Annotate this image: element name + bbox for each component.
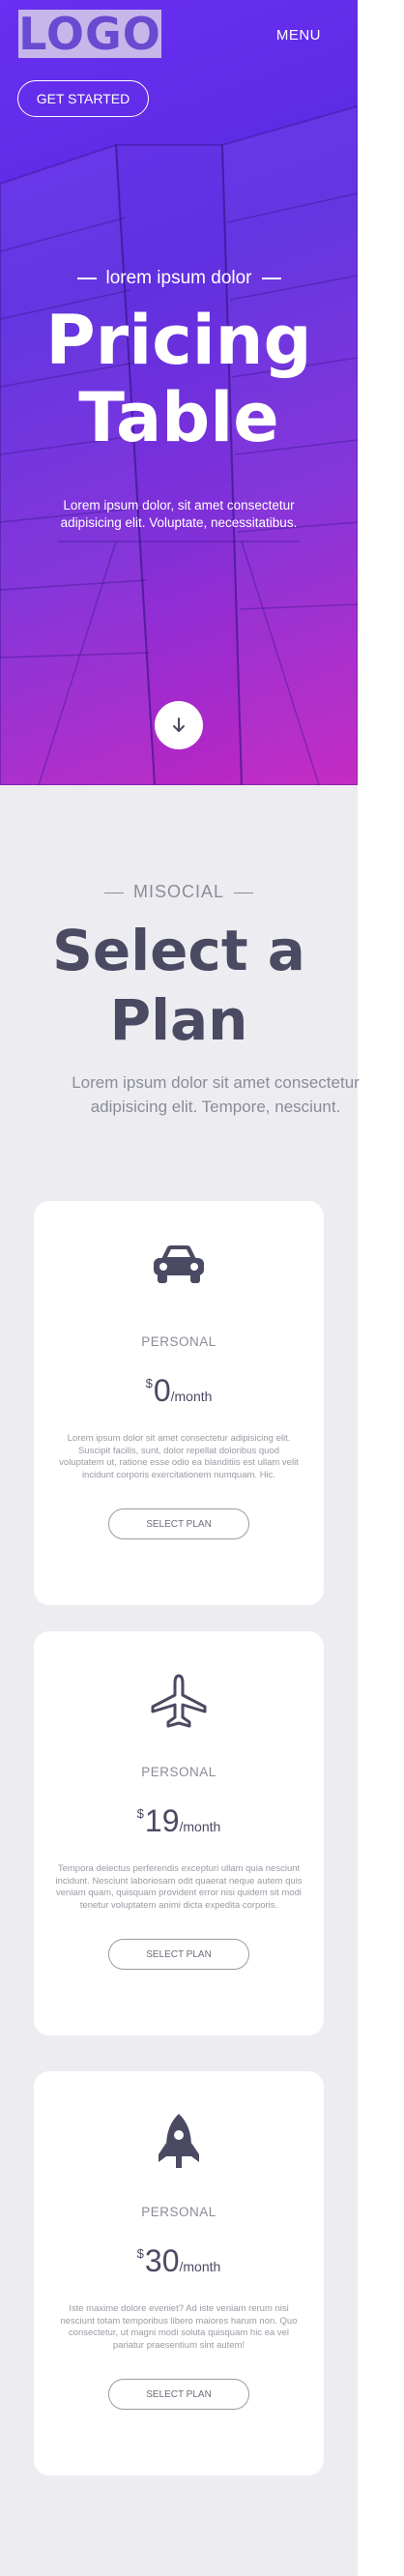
hero-title-line1: Pricing: [45, 301, 312, 380]
hero-eyebrow-text: lorem ipsum dolor: [105, 268, 252, 288]
plan-card: PERSONAL $0/month Lorem ipsum dolor sit …: [34, 1201, 324, 1605]
plan-description: Lorem ipsum dolor sit amet consectetur a…: [59, 1433, 299, 1480]
plan-card: PERSONAL $19/month Tempora delectus perf…: [34, 1631, 324, 2035]
pricing-section: MISOCIAL Select a Plan Lorem ipsum dolor…: [0, 785, 360, 2576]
plan-tier: PERSONAL: [141, 1765, 216, 1779]
plan-tier: PERSONAL: [141, 2205, 216, 2219]
plan-icon-wrap: [34, 1672, 324, 1732]
scroll-down-button[interactable]: [155, 701, 203, 749]
select-plan-button[interactable]: SELECT PLAN: [108, 1508, 249, 1539]
airplane-icon: [151, 1674, 207, 1728]
plan-price: $30/month: [34, 2243, 324, 2279]
hero-subtitle: Lorem ipsum dolor, sit amet consectetur …: [60, 498, 298, 530]
hero-section: LOGO MENU GET STARTED lorem ipsum dolor …: [0, 0, 358, 785]
plan-price: $19/month: [34, 1803, 324, 1839]
dash-left: [103, 892, 124, 893]
price-currency: $: [136, 1806, 144, 1821]
pricing-title: Select a Plan: [0, 916, 358, 1055]
pricing-eyebrow: MISOCIAL: [0, 882, 358, 902]
hero-title-line2: Table: [78, 378, 279, 457]
price-period: /month: [170, 1389, 213, 1404]
pricing-subtitle: Lorem ipsum dolor sit amet consectetur a…: [72, 1073, 360, 1116]
plan-description: Iste maxime dolore eveniet? Ad iste veni…: [60, 2303, 298, 2351]
pricing-title-line1: Select a: [52, 918, 305, 983]
page: LOGO MENU GET STARTED lorem ipsum dolor …: [0, 0, 360, 2576]
dash-right: [261, 278, 281, 279]
arrow-down-icon: [173, 717, 185, 732]
select-plan-button[interactable]: SELECT PLAN: [108, 2379, 249, 2410]
menu-button[interactable]: MENU: [276, 27, 321, 44]
hero-title: Pricing Table: [0, 302, 358, 456]
get-started-button[interactable]: GET STARTED: [17, 80, 149, 117]
logo[interactable]: LOGO: [18, 10, 161, 58]
price-amount: 19: [144, 1803, 180, 1838]
select-plan-button[interactable]: SELECT PLAN: [108, 1939, 249, 1970]
pricing-eyebrow-text: MISOCIAL: [132, 882, 225, 901]
plan-price: $0/month: [34, 1373, 324, 1409]
price-currency: $: [136, 2246, 144, 2261]
price-period: /month: [179, 1819, 221, 1834]
hero-eyebrow: lorem ipsum dolor: [0, 268, 358, 289]
price-amount: 30: [144, 2243, 180, 2278]
plan-description: Tempora delectus perferendis excepturi u…: [55, 1863, 303, 1911]
plan-card: PERSONAL $30/month Iste maxime dolore ev…: [34, 2071, 324, 2475]
rocket-icon: [159, 2114, 199, 2168]
dash-right: [234, 892, 254, 893]
price-currency: $: [145, 1376, 153, 1390]
price-period: /month: [179, 2259, 221, 2274]
plan-tier: PERSONAL: [141, 1334, 216, 1349]
price-amount: 0: [153, 1373, 171, 1408]
car-icon: [154, 1245, 204, 1283]
plan-icon-wrap: [34, 1242, 324, 1290]
dash-left: [76, 278, 97, 279]
plan-icon-wrap: [34, 2112, 324, 2174]
pricing-title-line2: Plan: [109, 987, 248, 1053]
